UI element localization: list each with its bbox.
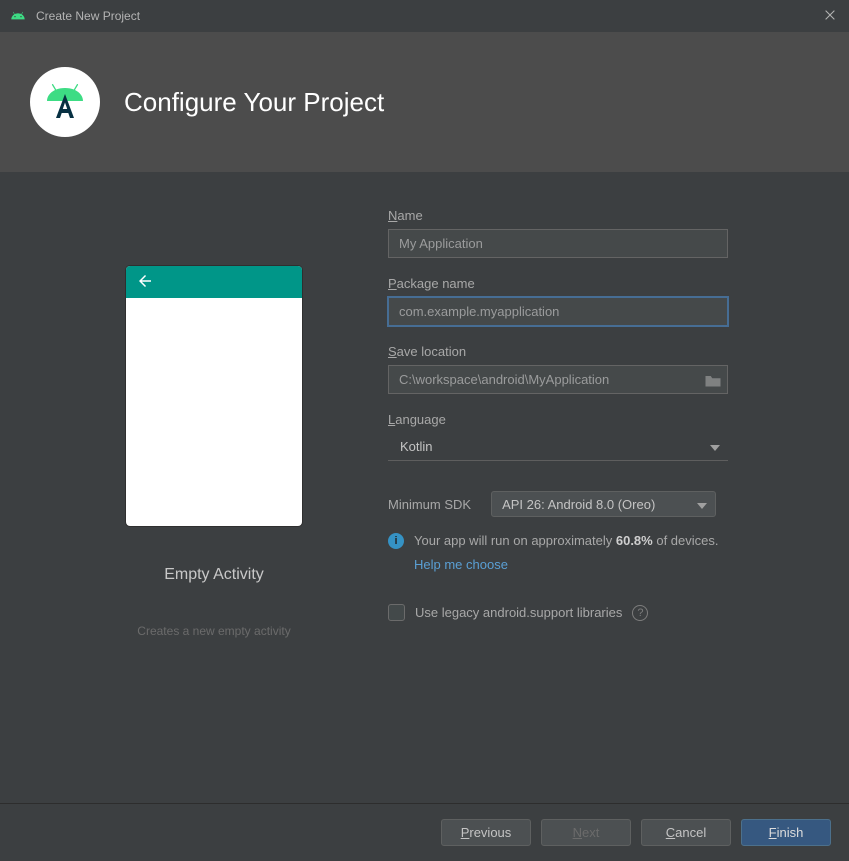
name-input[interactable] xyxy=(388,229,728,258)
window-title: Create New Project xyxy=(36,9,823,23)
minimum-sdk-value: API 26: Android 8.0 (Oreo) xyxy=(502,497,655,512)
studio-logo-icon xyxy=(30,67,100,137)
previous-button[interactable]: Previous xyxy=(441,819,531,846)
main-body: Empty Activity Creates a new empty activ… xyxy=(0,172,849,803)
save-location-input[interactable] xyxy=(388,365,728,394)
language-field: Language Kotlin xyxy=(388,412,805,461)
android-logo-icon xyxy=(10,8,26,24)
footer: Previous Next Cancel Finish xyxy=(0,803,849,861)
info-icon: i xyxy=(388,533,404,549)
header-banner: Configure Your Project xyxy=(0,32,849,172)
sdk-info-row: i Your app will run on approximately 60.… xyxy=(388,531,805,574)
save-location-field: Save location xyxy=(388,344,805,394)
legacy-libraries-checkbox[interactable] xyxy=(388,604,405,621)
next-button: Next xyxy=(541,819,631,846)
name-label: Name xyxy=(388,208,805,223)
back-arrow-icon xyxy=(136,272,154,293)
minimum-sdk-select[interactable]: API 26: Android 8.0 (Oreo) xyxy=(491,491,716,517)
form: Name Package name Save location Language… xyxy=(384,208,805,803)
minimum-sdk-label: Minimum SDK xyxy=(388,497,471,512)
legacy-libraries-row: Use legacy android.support libraries ? xyxy=(388,604,805,621)
mockup-appbar xyxy=(126,266,302,298)
close-icon[interactable] xyxy=(823,8,839,24)
sdk-info-text: Your app will run on approximately 60.8%… xyxy=(414,531,719,574)
cancel-button[interactable]: Cancel xyxy=(641,819,731,846)
titlebar: Create New Project xyxy=(0,0,849,32)
phone-mockup xyxy=(126,266,302,526)
package-label: Package name xyxy=(388,276,805,291)
name-field: Name xyxy=(388,208,805,258)
browse-folder-icon[interactable] xyxy=(704,373,722,387)
language-value: Kotlin xyxy=(400,439,433,454)
chevron-down-icon xyxy=(710,439,720,454)
legacy-libraries-label: Use legacy android.support libraries xyxy=(415,605,622,620)
finish-button[interactable]: Finish xyxy=(741,819,831,846)
help-me-choose-link[interactable]: Help me choose xyxy=(414,555,508,575)
package-input[interactable] xyxy=(388,297,728,326)
minimum-sdk-row: Minimum SDK API 26: Android 8.0 (Oreo) xyxy=(388,491,805,517)
help-icon[interactable]: ? xyxy=(632,605,648,621)
chevron-down-icon xyxy=(697,497,707,512)
page-title: Configure Your Project xyxy=(124,87,384,118)
template-description: Creates a new empty activity xyxy=(137,624,290,638)
save-location-label: Save location xyxy=(388,344,805,359)
package-field: Package name xyxy=(388,276,805,326)
template-preview: Empty Activity Creates a new empty activ… xyxy=(44,208,384,803)
template-name: Empty Activity xyxy=(164,566,264,584)
language-select[interactable]: Kotlin xyxy=(388,433,728,461)
language-label: Language xyxy=(388,412,805,427)
